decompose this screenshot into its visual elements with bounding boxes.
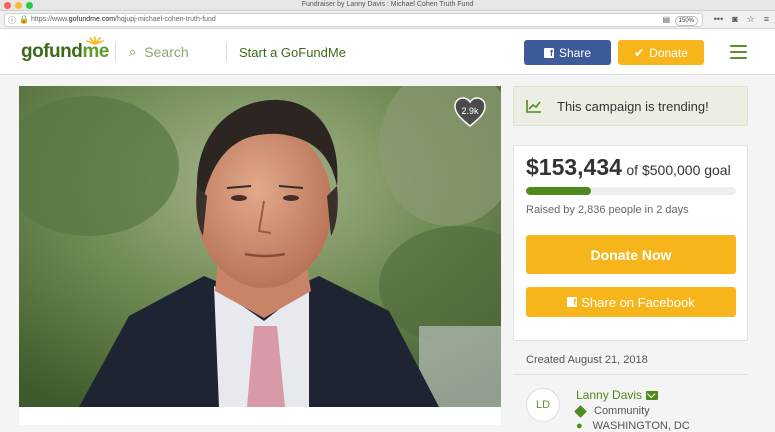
browser-toolbar-icons: ••• ◙ ☆ ≡: [714, 14, 769, 25]
facebook-icon: f: [567, 297, 578, 307]
pocket-icon[interactable]: ◙: [732, 14, 737, 25]
trending-chart-icon: [526, 100, 541, 113]
raised-by-text: Raised by 2,836 people in 2 days: [526, 204, 689, 216]
donate-button[interactable]: ✔ Donate: [618, 40, 704, 65]
heart-count: 2.9k: [461, 106, 479, 116]
url-domain: gofundme.com: [68, 16, 116, 23]
header-divider: [115, 42, 116, 62]
organizer-name: Lanny Davis: [576, 388, 643, 402]
heart-count-badge[interactable]: 2.9k: [454, 97, 486, 127]
share-on-facebook-button[interactable]: f Share on Facebook: [526, 287, 736, 317]
share-facebook-label: Share on Facebook: [581, 294, 695, 310]
checkmark-icon: ✔: [634, 45, 645, 60]
search-button[interactable]: ⌕ Search: [129, 44, 189, 60]
donation-stats: $153,434 of $500,000 goal Raised by 2,83…: [513, 145, 748, 341]
location-pin-icon: ●: [576, 420, 583, 432]
envelope-icon[interactable]: [646, 390, 659, 400]
info-icon[interactable]: ⓘ: [8, 15, 16, 26]
star-icon[interactable]: ☆: [747, 14, 755, 25]
campaign-photo-illustration: [19, 86, 501, 407]
trending-text: This campaign is trending!: [557, 99, 709, 114]
window-title: Fundraiser by Lanny Davis : Michael Cohe…: [301, 1, 474, 8]
campaign-title-area: [19, 407, 501, 425]
organizer-avatar[interactable]: LD: [526, 388, 560, 422]
section-divider: [513, 374, 748, 375]
hamburger-menu-icon[interactable]: [730, 45, 747, 59]
start-gofundme-link[interactable]: Start a GoFundMe: [239, 45, 346, 60]
trending-banner: This campaign is trending!: [513, 86, 748, 126]
logo-fund: fund: [43, 41, 83, 62]
more-icon[interactable]: •••: [714, 14, 723, 25]
campaign-location: ● WASHINGTON, DC: [576, 420, 690, 432]
logo-flower-icon: [86, 36, 104, 45]
donate-now-button[interactable]: Donate Now: [526, 235, 736, 274]
browser-toolbar: ⓘ 🔒 https://www.gofundme.com/hqjupj-mich…: [0, 11, 775, 29]
organizer-link[interactable]: Lanny Davis: [576, 388, 659, 402]
goal-text: of $500,000 goal: [626, 162, 731, 178]
address-bar[interactable]: ⓘ 🔒 https://www.gofundme.com/hqjupj-mich…: [4, 13, 703, 27]
campaign-photo: [19, 86, 501, 407]
progress-bar: [526, 187, 736, 195]
header-divider: [226, 42, 227, 62]
share-label: Share: [558, 45, 592, 60]
zoom-level[interactable]: 150%: [674, 16, 698, 26]
url-prefix: https://www.: [31, 16, 69, 23]
donate-label: Donate: [649, 45, 688, 60]
raised-amount: $153,434: [526, 154, 622, 180]
facebook-icon: f: [543, 47, 554, 58]
category-label: Community: [594, 405, 650, 417]
tag-icon: [574, 404, 587, 418]
search-label: Search: [144, 44, 189, 60]
window-titlebar: Fundraiser by Lanny Davis : Michael Cohe…: [0, 0, 775, 11]
url-path: /hqjupj-michael-cohen-truth-fund: [115, 16, 216, 23]
site-header: gofundme ⌕ Search Start a GoFundMe f Sha…: [0, 29, 775, 75]
progress-fill: [526, 187, 592, 195]
url-text[interactable]: https://www.gofundme.com/hqjupj-michael-…: [31, 16, 216, 23]
search-icon: ⌕: [129, 44, 137, 59]
location-label: WASHINGTON, DC: [592, 420, 690, 432]
share-button[interactable]: f Share: [524, 40, 611, 65]
reader-icon[interactable]: ▤: [662, 15, 670, 24]
logo-go: go: [21, 41, 44, 62]
created-date: Created August 21, 2018: [526, 354, 648, 366]
lock-icon[interactable]: 🔒: [19, 15, 29, 24]
campaign-category[interactable]: Community: [574, 404, 650, 418]
menu-icon[interactable]: ≡: [764, 14, 769, 25]
raised-summary: $153,434 of $500,000 goal: [526, 154, 731, 181]
